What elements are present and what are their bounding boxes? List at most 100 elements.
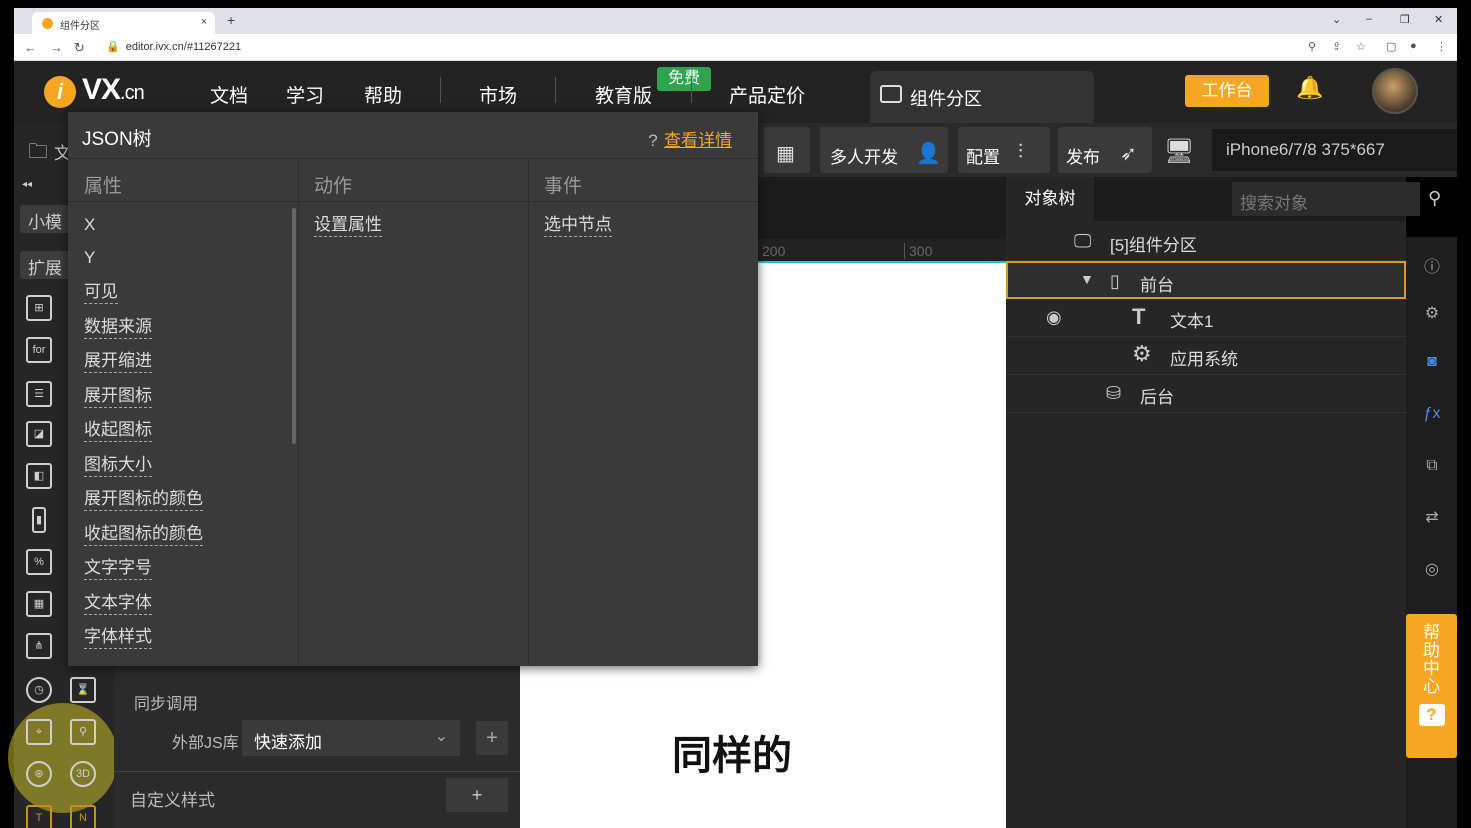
transfer-icon[interactable]: ⇄	[1420, 507, 1444, 529]
property-item[interactable]: 收起图标的颜色	[84, 523, 203, 546]
properties-scrollbar[interactable]	[292, 208, 296, 444]
layer-icon[interactable]: ◧	[26, 463, 52, 489]
device-preview-icon[interactable]: 🖥	[1164, 137, 1194, 166]
extension-chip[interactable]: 扩展	[20, 251, 70, 279]
add-js-button[interactable]: +	[476, 721, 508, 755]
property-item[interactable]: 图标大小	[84, 454, 152, 477]
hourglass-icon[interactable]: ⌛	[70, 677, 96, 703]
restore-icon[interactable]: ❐	[1400, 13, 1410, 26]
clock-icon[interactable]: ◷	[26, 677, 52, 703]
property-item[interactable]: 展开图标的颜色	[84, 488, 203, 511]
tree-node-frontend[interactable]: ▼ ▯ 前台	[1006, 261, 1406, 299]
view-details-link[interactable]: ? 查看详情	[646, 126, 732, 151]
avatar[interactable]	[1372, 68, 1418, 114]
browser-menu-icon[interactable]: ⋮	[1436, 40, 1447, 53]
number-block-icon[interactable]: N	[70, 805, 96, 828]
caret-down-icon[interactable]: ▼	[1080, 271, 1094, 287]
info-settings-icon[interactable]: ⚙	[1420, 303, 1444, 325]
qr-code-button[interactable]: ▦	[764, 127, 810, 173]
bookmark-star-icon[interactable]: ☆	[1356, 40, 1366, 53]
event-item[interactable]: 选中节点	[544, 214, 612, 237]
tree-component-icon[interactable]: ⋔	[26, 633, 52, 659]
copy-icon[interactable]: ⧉	[1420, 457, 1444, 479]
reload-icon[interactable]: ↻	[74, 40, 85, 56]
url-field[interactable]: 🔒 editor.ivx.cn/#11267221	[106, 40, 241, 53]
column-divider	[528, 158, 529, 666]
property-item[interactable]: Y	[84, 247, 95, 269]
tree-node-app-system[interactable]: ⚙ 应用系统	[1006, 337, 1406, 375]
publish-button[interactable]: 发布 ➶	[1058, 127, 1152, 173]
org-chart-icon[interactable]: ⚲	[70, 719, 96, 745]
property-item[interactable]: 收起图标	[84, 419, 152, 442]
property-item[interactable]: 文本字体	[84, 592, 152, 615]
external-js-select[interactable]: 快速添加 ⌄	[242, 720, 460, 756]
share-icon[interactable]: ⇪	[1332, 40, 1341, 53]
tree-node-root[interactable]: 🖵 [5]组件分区	[1006, 223, 1406, 261]
percent-icon[interactable]: %	[26, 549, 52, 575]
canvas-text[interactable]: 同样的	[672, 723, 792, 781]
search-icon[interactable]: ⚲	[1428, 188, 1441, 209]
tree-node-text1[interactable]: ◉ T 文本1	[1006, 299, 1406, 337]
profile-icon[interactable]: ●	[1410, 40, 1417, 52]
action-item[interactable]: 设置属性	[314, 214, 382, 237]
frame-icon[interactable]: ⌖	[26, 719, 52, 745]
folder-icon[interactable]: 🗀	[28, 137, 48, 171]
sidebar-toggle-icon[interactable]: ▢	[1386, 40, 1396, 53]
logo[interactable]: VX.cn	[82, 73, 145, 107]
window-close-icon[interactable]: ✕	[1434, 13, 1443, 26]
nav-docs[interactable]: 文档	[210, 81, 248, 108]
property-item[interactable]: 可见	[84, 281, 118, 304]
browser-tab[interactable]: 组件分区 ×	[32, 12, 215, 34]
nav-market[interactable]: 市场	[479, 81, 517, 108]
property-item[interactable]: 数据来源	[84, 316, 152, 339]
note-icon[interactable]: ◪	[26, 421, 52, 447]
dashboard-icon[interactable]: ⊞	[26, 295, 52, 321]
help-center-button[interactable]: 帮助中心 ?	[1406, 614, 1457, 758]
tree-node-label: 前台	[1140, 276, 1174, 295]
nav-learn[interactable]: 学习	[286, 81, 324, 108]
3d-icon[interactable]: 3D	[70, 761, 96, 787]
server-icon: ⛁	[1106, 383, 1122, 403]
logo-main: VX	[82, 73, 121, 106]
form-icon[interactable]: ☰	[26, 381, 52, 407]
tab-search-icon[interactable]: ⌄	[1332, 13, 1341, 26]
config-button[interactable]: 配置 ⫶	[958, 127, 1050, 173]
text-block-icon[interactable]: T	[26, 805, 52, 828]
nav-pricing[interactable]: 产品定价	[729, 81, 805, 108]
orbit-icon[interactable]: ⊛	[26, 761, 52, 787]
scroll-icon[interactable]: ▮	[32, 507, 46, 533]
for-loop-icon[interactable]: for	[26, 337, 52, 363]
nav-help[interactable]: 帮助	[364, 81, 402, 108]
eye-icon[interactable]: ◉	[1046, 307, 1062, 328]
tab-object-tree[interactable]: 对象树	[1006, 177, 1094, 221]
chat-icon[interactable]: ◙	[1420, 353, 1444, 375]
workbench-button[interactable]: 工作台	[1185, 75, 1269, 107]
multi-dev-button[interactable]: 多人开发 👤	[820, 127, 948, 173]
collapse-icon[interactable]: ◂◂	[22, 179, 32, 190]
property-item[interactable]: 文字字号	[84, 557, 152, 580]
property-item[interactable]: 字体样式	[84, 626, 152, 649]
property-item[interactable]: 展开图标	[84, 385, 152, 408]
tab-component-partition[interactable]: 组件分区	[870, 71, 1094, 123]
add-style-button[interactable]: +	[446, 778, 508, 812]
nav-education[interactable]: 教育版	[595, 81, 652, 108]
back-icon[interactable]: ←	[24, 40, 37, 55]
search-object-input[interactable]: 搜索对象	[1232, 182, 1420, 216]
new-tab-button[interactable]: +	[227, 12, 235, 28]
small-module-chip[interactable]: 小模	[20, 205, 70, 233]
table-icon[interactable]: ▦	[26, 591, 52, 617]
logo-icon[interactable]: i	[44, 76, 76, 108]
minimize-icon[interactable]: –	[1366, 13, 1372, 25]
function-icon[interactable]: ƒx	[1420, 405, 1444, 427]
close-tab-icon[interactable]: ×	[201, 16, 207, 28]
target-icon[interactable]: ◎	[1420, 559, 1444, 581]
forward-icon[interactable]: →	[50, 40, 63, 55]
property-item[interactable]: X	[84, 214, 95, 236]
property-item[interactable]: 展开缩进	[84, 350, 152, 373]
zoom-icon[interactable]: ⚲	[1308, 40, 1316, 53]
device-select[interactable]: iPhone6/7/8 375*667	[1212, 129, 1457, 171]
tree-node-backend[interactable]: ⛁ 后台	[1006, 375, 1406, 413]
nav-divider	[555, 77, 556, 103]
bell-icon[interactable]: 🔔	[1296, 75, 1323, 101]
info-icon[interactable]: ⓘ	[1420, 253, 1444, 276]
